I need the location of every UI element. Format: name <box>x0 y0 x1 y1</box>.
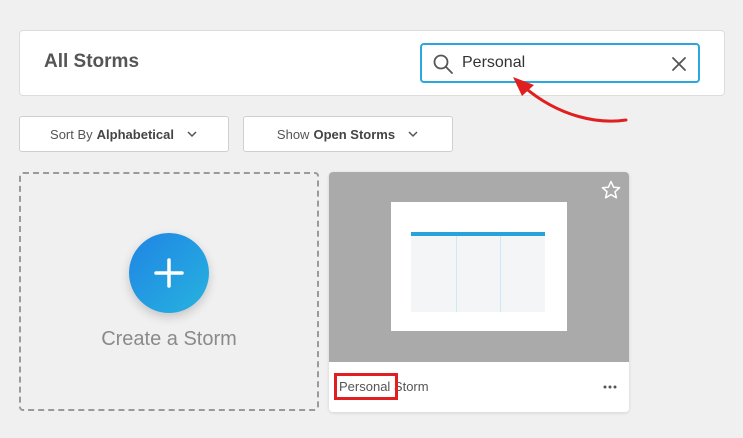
storm-thumbnail[interactable] <box>329 172 629 362</box>
chevron-down-icon <box>187 131 197 138</box>
show-dropdown[interactable]: Show Open Storms <box>243 116 453 152</box>
thumbnail-column-divider <box>500 236 501 312</box>
create-storm-card[interactable]: Create a Storm <box>19 172 319 411</box>
create-storm-label: Create a Storm <box>101 328 237 350</box>
annotation-arrow <box>513 77 628 123</box>
star-icon[interactable] <box>601 180 621 200</box>
sort-prefix: Sort By <box>50 126 93 142</box>
thumbnail-column-divider <box>456 236 457 312</box>
storm-card-footer: Personal Storm <box>329 362 629 412</box>
thumbnail-topbar <box>411 232 545 236</box>
thumbnail-board <box>411 232 545 312</box>
show-value: Open Storms <box>313 126 396 142</box>
show-prefix: Show <box>276 126 310 142</box>
plus-icon <box>154 258 184 288</box>
search-icon <box>433 54 453 74</box>
close-icon[interactable] <box>670 55 688 73</box>
annotation-highlight-box <box>334 373 398 400</box>
more-icon[interactable] <box>603 384 617 390</box>
search-input[interactable] <box>462 52 652 74</box>
storm-card[interactable]: Personal Storm <box>329 172 629 412</box>
page-title: All Storms <box>44 51 140 72</box>
thumbnail-page <box>391 202 567 331</box>
chevron-down-icon <box>408 131 418 138</box>
sort-dropdown[interactable]: Sort By Alphabetical <box>19 116 229 152</box>
create-storm-button[interactable] <box>129 233 209 313</box>
sort-value: Alphabetical <box>96 126 174 142</box>
